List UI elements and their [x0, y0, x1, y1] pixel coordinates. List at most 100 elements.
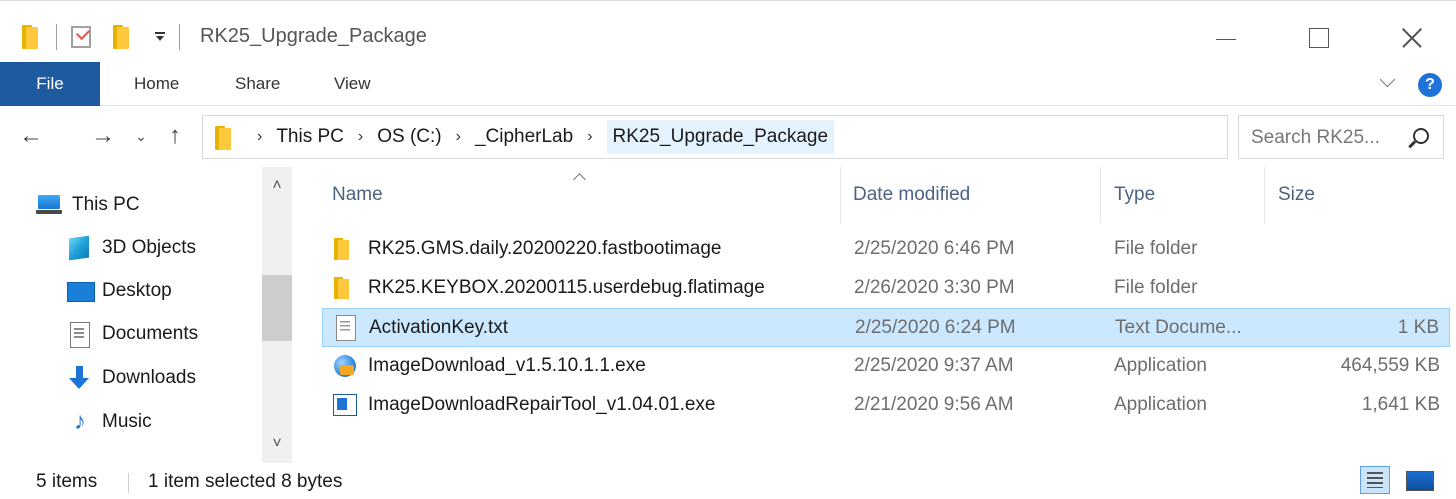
file-type: Text Docume...	[1115, 317, 1242, 338]
column-header-type[interactable]: Type	[1114, 167, 1155, 223]
breadcrumb-separator-icon[interactable]: ›	[456, 128, 461, 146]
search-input[interactable]: Search RK25...	[1238, 115, 1444, 159]
scrollbar-thumb[interactable]	[262, 275, 292, 341]
sidebar-item-label: Downloads	[102, 367, 196, 388]
file-type: Application	[1114, 394, 1207, 415]
expand-ribbon-chevron-icon[interactable]	[1380, 74, 1394, 88]
column-divider[interactable]	[1264, 167, 1265, 223]
file-size: 1,641 KB	[1361, 394, 1440, 415]
column-header-date-modified[interactable]: Date modified	[853, 167, 970, 223]
title-bar: RK25_Upgrade_Package	[0, 0, 1456, 62]
sidebar-item-desktop[interactable]: Desktop	[66, 271, 172, 311]
selection-info: 1 item selected 8 bytes	[148, 471, 343, 492]
app-icon	[332, 392, 357, 418]
search-placeholder: Search RK25...	[1251, 127, 1380, 148]
file-name: ImageDownloadRepairTool_v1.04.01.exe	[368, 394, 716, 415]
scroll-up-chevron-icon[interactable]: ˄	[262, 171, 292, 201]
sidebar-item-label: Music	[102, 411, 152, 432]
file-name: RK25.GMS.daily.20200220.fastbootimage	[368, 238, 722, 259]
3d-objects-icon	[66, 236, 94, 260]
quick-access-toolbar	[22, 23, 194, 51]
breadcrumb-current-folder[interactable]: RK25_Upgrade_Package	[606, 120, 835, 154]
column-divider[interactable]	[1100, 167, 1101, 223]
sidebar-item-documents[interactable]: Documents	[66, 314, 198, 354]
new-folder-icon[interactable]	[113, 25, 133, 49]
folder-icon	[332, 236, 356, 262]
divider	[56, 24, 57, 50]
file-type: File folder	[1114, 238, 1198, 259]
sidebar-item-label: Documents	[102, 323, 199, 344]
file-name: ActivationKey.txt	[369, 317, 509, 338]
search-icon[interactable]	[1413, 128, 1429, 144]
forward-arrow-icon[interactable]: →	[88, 121, 118, 151]
breadcrumb-separator-icon[interactable]: ›	[358, 128, 363, 146]
music-icon: ♪	[74, 408, 86, 435]
sidebar-item-label: Desktop	[102, 280, 172, 301]
file-type: File folder	[1114, 277, 1198, 298]
divider	[179, 24, 180, 50]
sidebar-item-label: This PC	[72, 194, 140, 215]
breadcrumb-os-c[interactable]: OS (C:)	[377, 126, 441, 148]
back-arrow-icon[interactable]: ←	[16, 121, 46, 151]
text-file-icon	[333, 315, 357, 341]
file-row[interactable]: RK25.KEYBOX.20200115.userdebug.flatimage…	[322, 269, 1450, 308]
file-type: Application	[1114, 355, 1207, 376]
column-header-size[interactable]: Size	[1278, 167, 1315, 223]
breadcrumb-separator-icon[interactable]: ›	[257, 128, 262, 146]
file-row[interactable]: ImageDownload_v1.5.10.1.1.exe 2/25/2020 …	[322, 347, 1450, 386]
properties-icon[interactable]	[71, 26, 91, 48]
file-row-selected[interactable]: ActivationKey.txt 2/25/2020 6:24 PM Text…	[322, 308, 1450, 347]
help-icon[interactable]: ?	[1418, 73, 1442, 97]
column-divider[interactable]	[840, 167, 841, 223]
file-date-modified: 2/21/2020 9:56 AM	[854, 394, 1014, 415]
sidebar-item-this-pc[interactable]: This PC	[36, 185, 140, 225]
file-date-modified: 2/25/2020 9:37 AM	[854, 355, 1014, 376]
sort-ascending-icon	[572, 169, 586, 183]
nav-pane-scrollbar[interactable]: ˄ ˅	[262, 167, 292, 463]
sidebar-item-music[interactable]: ♪ Music	[66, 402, 152, 442]
minimize-button[interactable]	[1180, 1, 1272, 63]
folder-icon	[332, 275, 356, 301]
close-button[interactable]	[1364, 1, 1456, 63]
sidebar-item-downloads[interactable]: Downloads	[66, 358, 196, 398]
status-bar: 5 items 1 item selected 8 bytes	[0, 463, 1456, 499]
file-name: ImageDownload_v1.5.10.1.1.exe	[368, 355, 646, 376]
large-icons-view-icon[interactable]	[1404, 467, 1434, 493]
documents-icon	[66, 322, 94, 348]
breadcrumb-this-pc[interactable]: This PC	[276, 126, 344, 148]
address-bar[interactable]: › This PC › OS (C:) › _CipherLab › RK25_…	[202, 115, 1418, 159]
details-view-icon[interactable]	[1360, 466, 1390, 494]
customize-toolbar-dropdown-icon[interactable]	[155, 32, 165, 42]
downloads-icon	[66, 366, 94, 390]
folder-icon[interactable]	[22, 25, 42, 49]
file-name: RK25.KEYBOX.20200115.userdebug.flatimage	[368, 277, 765, 298]
file-row[interactable]: RK25.GMS.daily.20200220.fastbootimage 2/…	[322, 230, 1450, 269]
column-header-name[interactable]: Name	[332, 167, 383, 223]
ribbon: File Home Share View ?	[0, 62, 1456, 106]
file-size: 1 KB	[1397, 317, 1439, 338]
file-list: Name Date modified Type Size RK25.GMS.da…	[296, 167, 1456, 463]
tab-home[interactable]: Home	[134, 62, 179, 106]
maximize-button[interactable]	[1272, 1, 1364, 63]
file-row[interactable]: ImageDownloadRepairTool_v1.04.01.exe 2/2…	[322, 386, 1450, 425]
desktop-icon	[66, 279, 95, 303]
window-controls	[1180, 1, 1456, 63]
file-date-modified: 2/25/2020 6:24 PM	[855, 317, 1016, 338]
up-arrow-icon[interactable]: ↑	[160, 121, 190, 151]
file-size: 464,559 KB	[1340, 355, 1440, 376]
file-date-modified: 2/25/2020 6:46 PM	[854, 238, 1015, 259]
tab-view[interactable]: View	[334, 62, 371, 106]
breadcrumb-cipherlab[interactable]: _CipherLab	[475, 126, 573, 148]
divider	[128, 473, 129, 493]
folder-icon	[215, 126, 235, 150]
sidebar-item-3d-objects[interactable]: 3D Objects	[66, 228, 196, 268]
breadcrumb: › This PC › OS (C:) › _CipherLab › RK25_…	[243, 116, 835, 158]
navigation-pane: This PC 3D Objects Desktop Documents Dow…	[0, 167, 296, 463]
navigation-bar: ← → ⌄ ↑ › This PC › OS (C:) › _CipherLab…	[0, 107, 1456, 167]
app-icon	[332, 353, 356, 379]
scroll-down-chevron-icon[interactable]: ˅	[262, 429, 292, 459]
recent-locations-chevron-icon[interactable]: ⌄	[126, 121, 156, 151]
tab-file[interactable]: File	[0, 62, 100, 106]
breadcrumb-separator-icon[interactable]: ›	[587, 128, 592, 146]
tab-share[interactable]: Share	[235, 62, 280, 106]
